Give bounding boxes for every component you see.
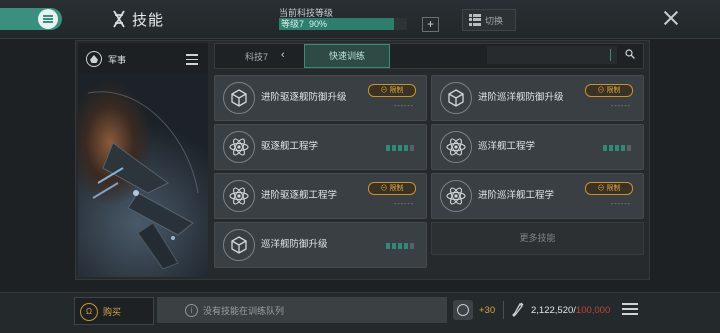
buy-button[interactable]: Ω 购买: [74, 297, 154, 325]
skill-name: 巡洋舰防御升级: [261, 239, 328, 250]
tab-tech7[interactable]: 科技7: [245, 50, 268, 63]
skill-level-pip: [410, 145, 414, 151]
switch-label: 切换: [485, 15, 504, 26]
skill-name: 进阶驱逐舰工程学: [261, 190, 338, 201]
category-artwork: [78, 73, 208, 277]
skill-level-pips: [386, 243, 414, 249]
cube-icon: [440, 82, 472, 114]
search-icon[interactable]: [625, 49, 635, 59]
category-sidebar: 军事: [78, 43, 208, 277]
cube-icon: [223, 82, 255, 114]
skill-level-pips: [386, 145, 414, 151]
category-label: 军事: [108, 55, 127, 65]
more-skills-button[interactable]: 更多技能: [431, 222, 644, 255]
skill-card[interactable]: 巡洋舰工程学: [431, 124, 644, 170]
main-menu-button[interactable]: [0, 8, 62, 30]
category-menu-icon[interactable]: [186, 54, 198, 68]
atom-icon: [223, 131, 255, 163]
skill-card[interactable]: 驱逐舰工程学: [214, 124, 427, 170]
category-header: 军事: [78, 43, 208, 73]
skill-level-pip: [386, 145, 390, 151]
skill-name: 巡洋舰工程学: [478, 141, 536, 152]
skill-level-pip: [627, 145, 631, 151]
skill-level-empty: ------: [394, 201, 414, 208]
cube-icon: [223, 229, 255, 261]
skill-level-pip: [386, 243, 390, 249]
skill-level-pip: [410, 243, 414, 249]
page-title-group: 技能: [112, 9, 164, 29]
skill-level-pip: [392, 243, 396, 249]
skill-points-icon: Ω: [80, 303, 98, 321]
atom-icon: [440, 131, 472, 163]
switch-button[interactable]: 切换: [462, 9, 516, 31]
skill-card[interactable]: 进阶驱逐舰工程学 ⊖ 限制 ------: [214, 173, 427, 219]
training-bonus-icon[interactable]: [453, 300, 473, 320]
restricted-badge: ⊖ 限制: [585, 84, 633, 97]
close-button[interactable]: [664, 11, 678, 25]
skill-points-value: 2,122,520/100,000: [531, 305, 611, 316]
skill-name: 进阶巡洋舰工程学: [478, 190, 555, 201]
skill-level-empty: ------: [611, 103, 631, 110]
list-icon: [469, 14, 481, 26]
tech-level-bar: 等级7 90%: [279, 18, 407, 30]
tab-quick-training[interactable]: 快速训练: [304, 44, 390, 68]
skill-level-empty: ------: [611, 201, 631, 208]
skill-level-pip: [609, 145, 613, 151]
skill-level-pip: [404, 145, 408, 151]
skill-card[interactable]: 进阶巡洋舰防御升级 ⊖ 限制 ------: [431, 75, 644, 121]
restricted-badge: ⊖ 限制: [368, 182, 416, 195]
atom-icon: [223, 180, 255, 212]
search-input[interactable]: [491, 48, 605, 64]
skill-level-pip: [404, 243, 408, 249]
skill-name: 进阶巡洋舰防御升级: [478, 92, 564, 103]
skill-level-pip: [603, 145, 607, 151]
training-queue[interactable]: i 没有技能在训练队列: [157, 297, 447, 323]
tech-level-add-button[interactable]: +: [422, 17, 439, 32]
military-emblem-icon: [86, 51, 102, 67]
page-title: 技能: [132, 11, 165, 29]
chevron-left-icon[interactable]: ‹: [281, 49, 285, 61]
skill-level-pip: [398, 145, 402, 151]
skill-level-pip: [392, 145, 396, 151]
atom-icon: [440, 180, 472, 212]
skill-card[interactable]: 进阶巡洋舰工程学 ⊖ 限制 ------: [431, 173, 644, 219]
menu-icon: [38, 9, 58, 29]
dna-icon: [113, 10, 125, 28]
skill-name: 进阶驱逐舰防御升级: [261, 92, 347, 103]
tech-level-text: 等级7 90%: [281, 19, 328, 29]
skill-name: 驱逐舰工程学: [261, 141, 319, 152]
skill-level-pip: [621, 145, 625, 151]
skill-level-empty: ------: [394, 103, 414, 110]
syringe-icon: [512, 302, 524, 317]
more-skills-label: 更多技能: [519, 233, 556, 243]
queue-status-text: 没有技能在训练队列: [203, 306, 285, 316]
training-bonus-value: +30: [479, 305, 496, 316]
skill-level-pips: [603, 145, 631, 151]
skill-level-pip: [398, 243, 402, 249]
skill-level-pip: [615, 145, 619, 151]
restricted-badge: ⊖ 限制: [368, 84, 416, 97]
restricted-badge: ⊖ 限制: [585, 182, 633, 195]
buy-label: 购买: [103, 307, 122, 317]
skill-card[interactable]: 巡洋舰防御升级: [214, 222, 427, 268]
skill-card[interactable]: 进阶驱逐舰防御升级 ⊖ 限制 ------: [214, 75, 427, 121]
stack-menu-icon[interactable]: [622, 303, 638, 318]
search-field[interactable]: [487, 46, 617, 64]
skill-tabs: 科技7 ‹ 快速训练: [214, 43, 644, 69]
info-icon: i: [185, 304, 198, 317]
